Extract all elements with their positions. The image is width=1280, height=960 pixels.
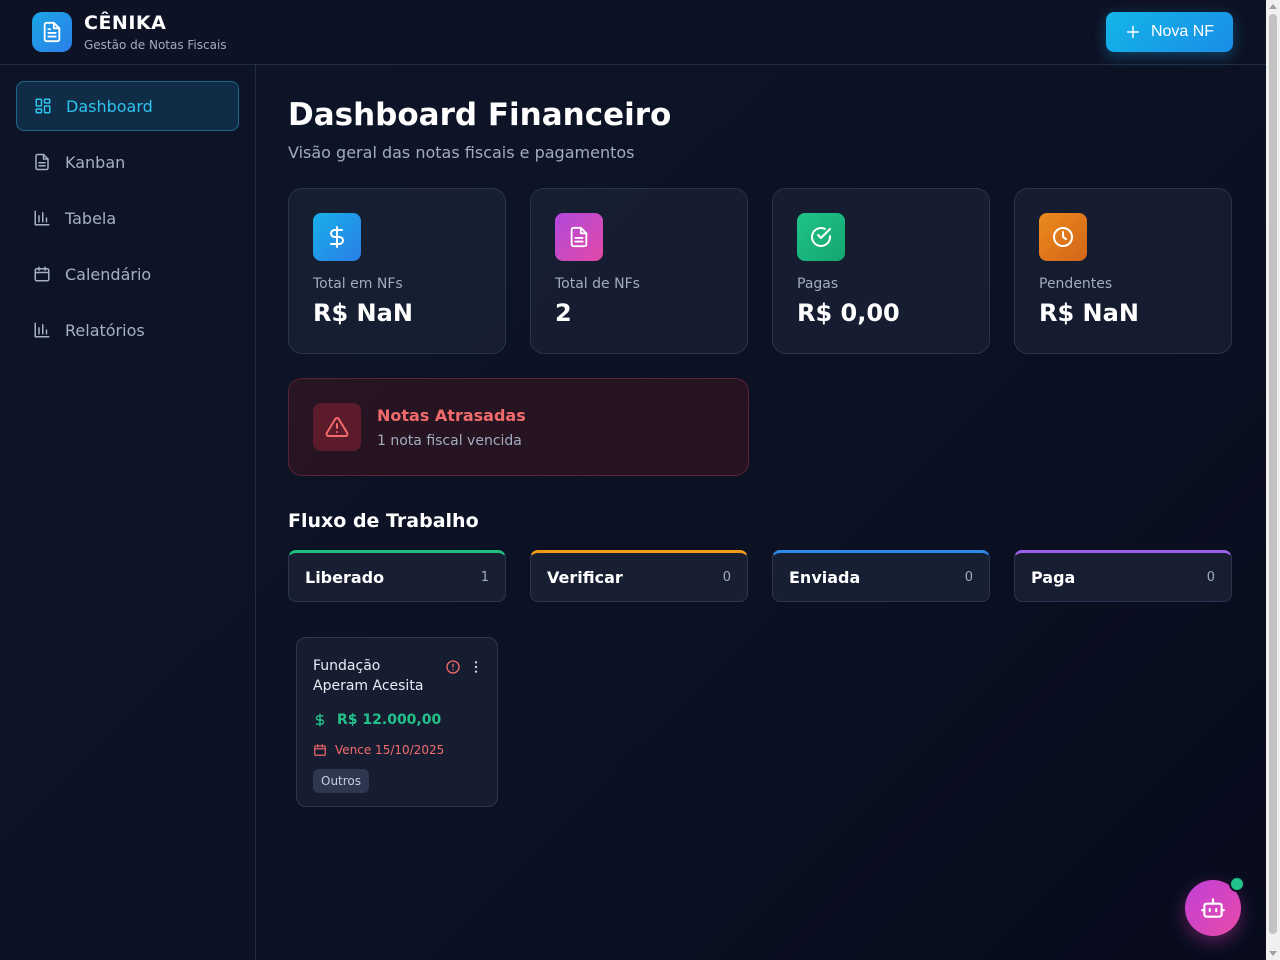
column-paga: Paga 0 — [1014, 550, 1232, 602]
main-content: Dashboard Financeiro Visão geral das not… — [288, 65, 1233, 807]
column-name: Verificar — [547, 567, 623, 587]
more-options-icon[interactable] — [471, 659, 481, 675]
stat-value: R$ NaN — [313, 299, 413, 327]
sidebar: Dashboard Kanban Tabela Calendário Relat… — [0, 65, 256, 960]
workflow-columns: Liberado 1 Verificar 0 Enviada 0 Paga 0 — [288, 550, 1233, 602]
app-title: CÊNIKA — [84, 12, 167, 34]
stat-label: Pagas — [797, 276, 839, 292]
plus-icon — [1126, 25, 1140, 39]
column-name: Paga — [1031, 567, 1076, 587]
stat-value: 2 — [555, 299, 572, 327]
sidebar-item-kanban[interactable]: Kanban — [16, 137, 239, 187]
document-icon — [555, 213, 603, 261]
nf-due: Vence 15/10/2025 — [313, 743, 481, 757]
sidebar-item-dashboard[interactable]: Dashboard — [16, 81, 239, 131]
column-liberado: Liberado 1 — [288, 550, 506, 602]
column-name: Enviada — [789, 567, 861, 587]
column-count: 0 — [964, 569, 973, 585]
stat-card-total-value: Total em NFs R$ NaN — [288, 188, 506, 354]
stats-row: Total em NFs R$ NaN Total de NFs 2 Pagas… — [288, 188, 1233, 354]
column-enviada: Enviada 0 — [772, 550, 990, 602]
bar-chart-icon — [34, 210, 50, 226]
page-title: Dashboard Financeiro — [288, 97, 672, 133]
sidebar-item-label: Tabela — [65, 208, 117, 228]
stat-label: Total de NFs — [555, 276, 640, 292]
stat-label: Total em NFs — [313, 276, 403, 292]
stat-value: R$ NaN — [1039, 299, 1139, 327]
column-count: 0 — [722, 569, 731, 585]
dollar-icon — [315, 713, 325, 727]
warning-icon — [313, 403, 361, 451]
workflow-title: Fluxo de Trabalho — [288, 510, 479, 532]
sidebar-item-label: Relatórios — [65, 320, 145, 340]
sidebar-item-label: Dashboard — [66, 96, 153, 116]
stat-card-total-count: Total de NFs 2 — [530, 188, 748, 354]
nf-due-date: Vence 15/10/2025 — [335, 743, 445, 757]
nf-company: Fundação Aperam Acesita — [313, 658, 424, 694]
top-header: CÊNIKA Gestão de Notas Fiscais Nova NF — [0, 0, 1266, 65]
online-status-dot — [1229, 876, 1245, 892]
sidebar-item-label: Kanban — [65, 152, 126, 172]
calendar-icon — [314, 744, 326, 756]
column-name: Liberado — [305, 567, 385, 587]
nf-card[interactable]: Fundação Aperam Acesita R$ 12.000,00 Ven… — [296, 637, 498, 807]
check-circle-icon — [797, 213, 845, 261]
overdue-alert[interactable]: Notas Atrasadas 1 nota fiscal vencida — [288, 378, 749, 476]
document-icon — [35, 153, 49, 171]
alert-subtitle: 1 nota fiscal vencida — [377, 432, 522, 449]
nf-category-tag: Outros — [313, 769, 370, 793]
stat-card-pending: Pendentes R$ NaN — [1014, 188, 1232, 354]
scroll-down-icon[interactable] — [1269, 951, 1277, 956]
clock-icon — [1039, 213, 1087, 261]
nf-amount: R$ 12.000,00 — [313, 712, 481, 728]
column-count: 1 — [480, 569, 489, 585]
nf-amount-value: R$ 12.000,00 — [337, 712, 442, 728]
dashboard-icon — [35, 98, 51, 114]
sidebar-item-label: Calendário — [65, 264, 152, 284]
sidebar-item-relatorios[interactable]: Relatórios — [16, 305, 239, 355]
column-count: 0 — [1206, 569, 1215, 585]
dollar-icon — [313, 213, 361, 261]
app-subtitle: Gestão de Notas Fiscais — [84, 38, 227, 52]
alert-title: Notas Atrasadas — [377, 405, 526, 425]
stat-card-paid: Pagas R$ 0,00 — [772, 188, 990, 354]
scroll-up-icon[interactable] — [1269, 4, 1277, 9]
brand: CÊNIKA Gestão de Notas Fiscais — [32, 12, 227, 52]
bar-chart-icon — [34, 322, 50, 338]
document-icon — [32, 12, 72, 52]
new-nf-button[interactable]: Nova NF — [1106, 12, 1233, 52]
stat-label: Pendentes — [1039, 276, 1113, 292]
new-nf-label: Nova NF — [1150, 23, 1215, 40]
scroll-thumb[interactable] — [1269, 14, 1277, 934]
sidebar-item-calendario[interactable]: Calendário — [16, 249, 239, 299]
calendar-icon — [34, 266, 50, 282]
page-subtitle: Visão geral das notas fiscais e pagament… — [288, 143, 635, 162]
stat-value: R$ 0,00 — [797, 299, 900, 327]
alert-circle-icon — [446, 660, 460, 674]
vertical-scrollbar[interactable] — [1266, 0, 1280, 960]
bot-icon — [1201, 898, 1225, 918]
column-verificar: Verificar 0 — [530, 550, 748, 602]
sidebar-item-tabela[interactable]: Tabela — [16, 193, 239, 243]
